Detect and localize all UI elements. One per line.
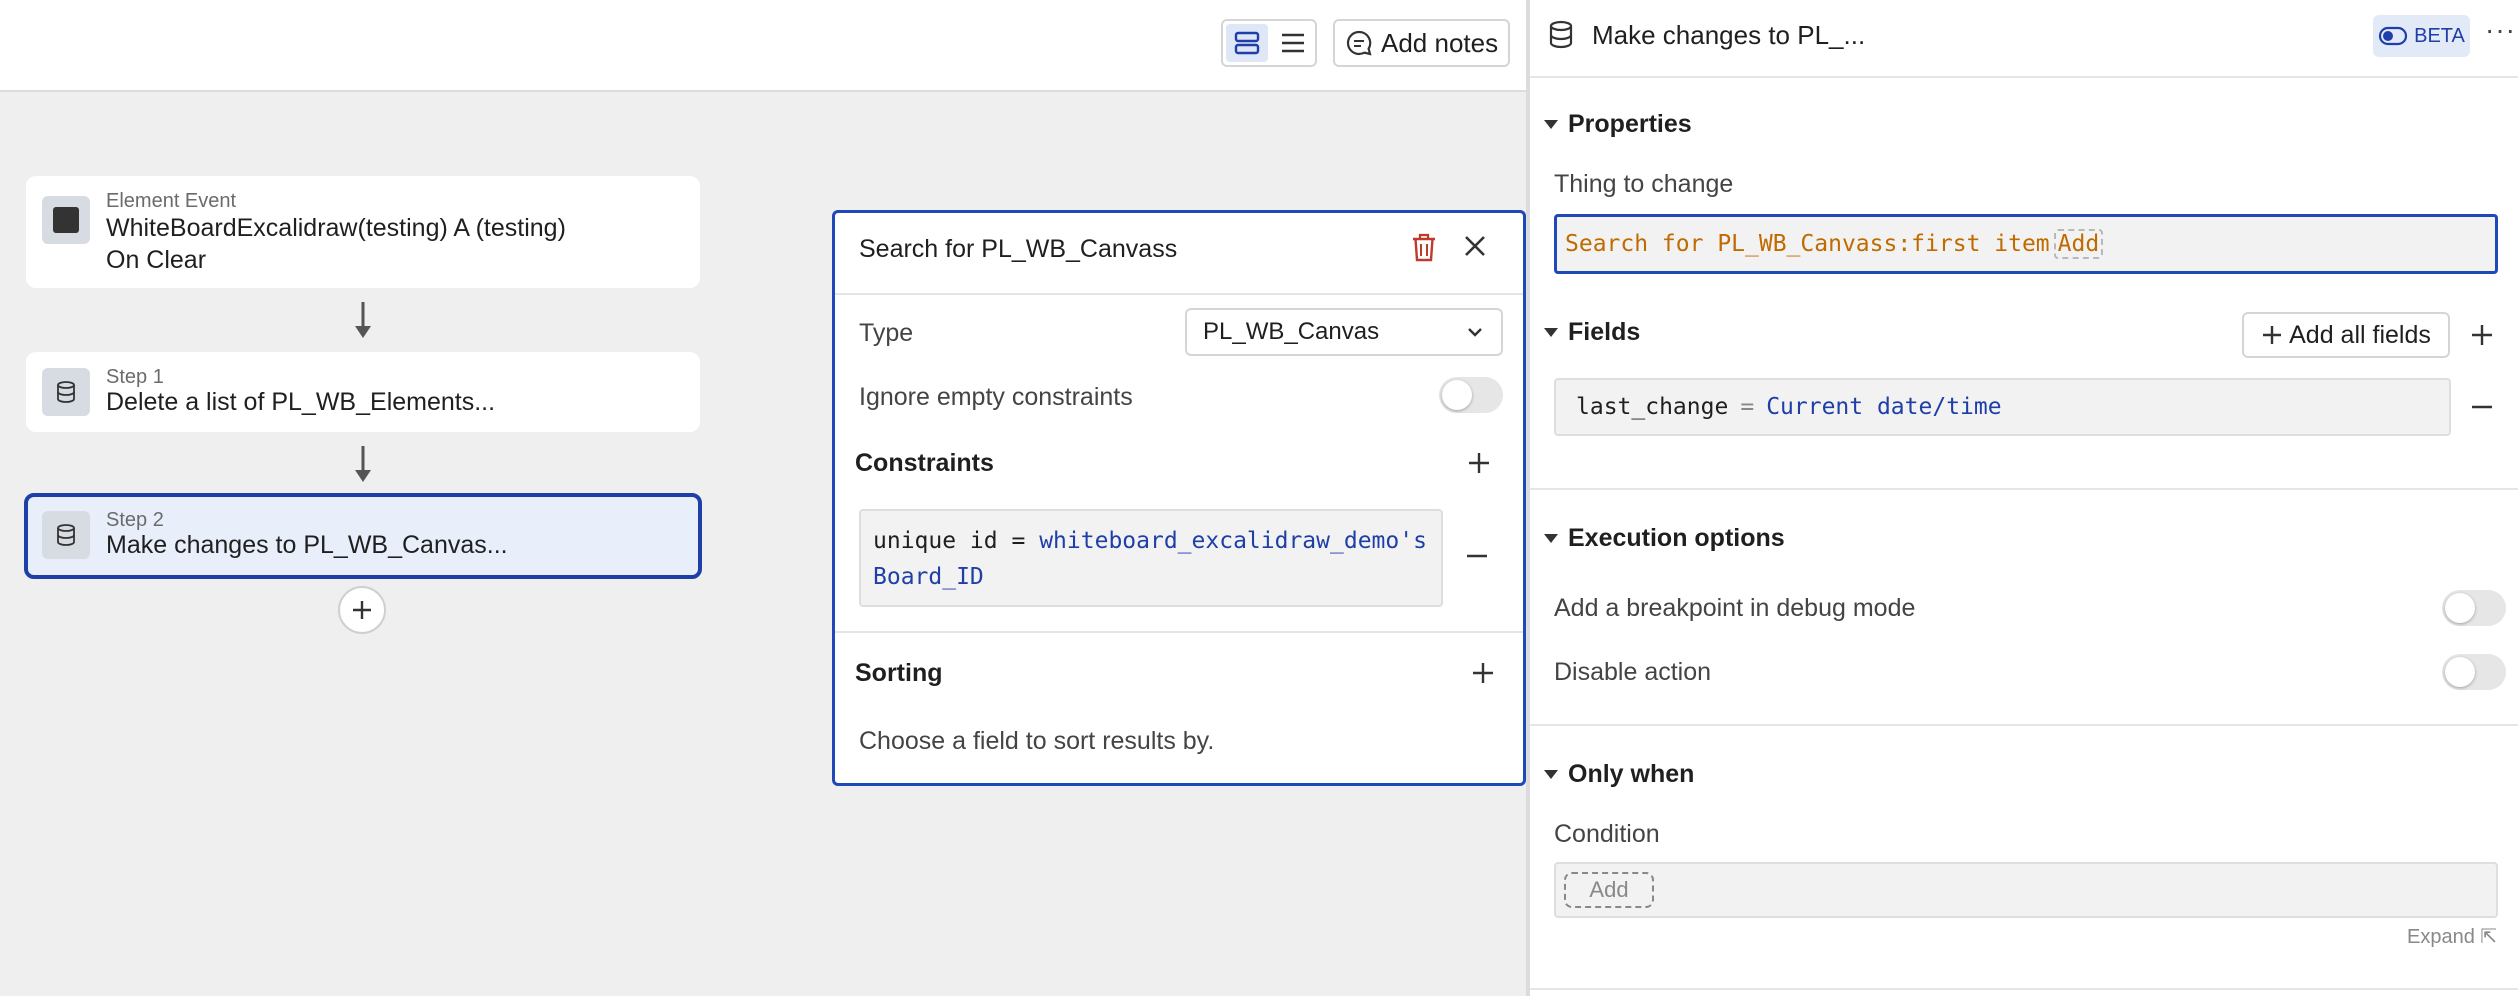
- ignore-empty-label: Ignore empty constraints: [859, 383, 1133, 411]
- condition-input[interactable]: Add: [1554, 862, 2498, 918]
- thing-to-change-value: Search for PL_WB_Canvass:first item: [1565, 231, 2050, 257]
- constraint-operator: =: [1011, 528, 1026, 554]
- execution-section-toggle[interactable]: Execution options: [1544, 524, 1785, 553]
- type-select[interactable]: PL_WB_Canvas: [1185, 308, 1503, 356]
- constraint-field: unique id: [873, 528, 998, 554]
- beta-toggle[interactable]: BETA: [2373, 15, 2470, 57]
- beta-label: BETA: [2414, 24, 2465, 47]
- add-constraint-icon[interactable]: [1467, 451, 1491, 475]
- type-select-value: PL_WB_Canvas: [1203, 318, 1380, 345]
- chevron-down-icon: [1468, 328, 1482, 337]
- element-event-icon: [42, 196, 90, 244]
- constraint-value-line1: whiteboard_excalidraw_demo's: [1039, 528, 1427, 554]
- disable-action-toggle[interactable]: [2442, 654, 2506, 690]
- search-popup-title: Search for PL_WB_Canvass: [859, 235, 1178, 263]
- add-step-button[interactable]: [338, 586, 386, 634]
- add-notes-label: Add notes: [1381, 27, 1499, 58]
- database-icon: [42, 368, 90, 416]
- step-2-label: Make changes to PL_WB_Canvas...: [106, 531, 508, 559]
- connector-arrow: [355, 302, 371, 338]
- execution-heading: Execution options: [1568, 524, 1785, 552]
- panel-header: Make changes to PL_... BETA ···: [1530, 0, 2518, 78]
- properties-section-toggle[interactable]: Properties: [1544, 110, 1692, 139]
- step-1-card[interactable]: Step 1 Delete a list of PL_WB_Elements..…: [26, 352, 700, 432]
- only-when-section-toggle[interactable]: Only when: [1544, 760, 1694, 789]
- caret-down-icon: [1544, 534, 1558, 543]
- sorting-hint: Choose a field to sort results by.: [859, 727, 1215, 755]
- field-value: Current date/time: [1766, 394, 2002, 420]
- step-2-card[interactable]: Step 2 Make changes to PL_WB_Canvas...: [24, 493, 702, 579]
- ignore-empty-toggle[interactable]: [1439, 377, 1503, 413]
- breakpoint-toggle[interactable]: [2442, 590, 2506, 626]
- field-operator: =: [1740, 394, 1755, 420]
- panel-title: Make changes to PL_...: [1592, 20, 1866, 50]
- view-toggle: [1221, 19, 1317, 67]
- list-view-button[interactable]: [1272, 24, 1314, 62]
- divider: [835, 631, 1523, 633]
- field-assignment-row[interactable]: last_change = Current date/time: [1554, 378, 2451, 436]
- card-view-button[interactable]: [1226, 24, 1268, 62]
- constraint-value-line2: Board_ID: [873, 564, 984, 590]
- event-card-title: WhiteBoardExcalidraw(testing) A (testing…: [106, 214, 566, 242]
- event-card-trigger: On Clear: [106, 246, 207, 274]
- canvas-toolbar: Add notes: [0, 0, 1526, 92]
- delete-icon[interactable]: [1411, 233, 1437, 263]
- breakpoint-label: Add a breakpoint in debug mode: [1554, 594, 1916, 622]
- remove-constraint-icon[interactable]: [1465, 553, 1489, 559]
- close-icon[interactable]: [1462, 233, 1488, 259]
- only-when-heading: Only when: [1568, 760, 1695, 788]
- event-card-type: Element Event: [106, 190, 237, 212]
- thing-to-change-label: Thing to change: [1554, 170, 1734, 198]
- more-options-button[interactable]: ···: [2485, 14, 2516, 46]
- database-icon: [42, 511, 90, 559]
- comment-icon: [1346, 30, 1372, 56]
- fields-section-toggle[interactable]: Fields: [1544, 318, 1640, 347]
- connector-arrow: [355, 446, 371, 482]
- search-popup: Search for PL_WB_Canvass Type PL_WB_Canv…: [832, 210, 1526, 786]
- constraints-heading: Constraints: [855, 449, 994, 477]
- field-name: last_change: [1576, 394, 1729, 420]
- thing-to-change-input[interactable]: Search for PL_WB_Canvass:first item Add: [1554, 214, 2498, 274]
- add-notes-button[interactable]: Add notes: [1333, 19, 1510, 67]
- fields-heading: Fields: [1568, 318, 1641, 346]
- divider: [1530, 724, 2518, 726]
- card-view-icon: [1234, 31, 1260, 55]
- divider: [1530, 988, 2518, 990]
- step-1-label: Delete a list of PL_WB_Elements...: [106, 388, 496, 416]
- caret-down-icon: [1544, 120, 1558, 129]
- add-all-fields-button[interactable]: Add all fields: [2242, 312, 2450, 358]
- properties-panel: Make changes to PL_... BETA ··· Properti…: [1526, 0, 2518, 996]
- event-card[interactable]: Element Event WhiteBoardExcalidraw(testi…: [26, 176, 700, 288]
- condition-add-chip[interactable]: Add: [1564, 872, 1654, 908]
- expand-link[interactable]: Expand ⇱: [2407, 924, 2497, 949]
- caret-down-icon: [1544, 328, 1558, 337]
- condition-label: Condition: [1554, 820, 1660, 848]
- toggle-icon: [2379, 26, 2408, 46]
- properties-heading: Properties: [1568, 110, 1692, 138]
- disable-action-label: Disable action: [1554, 658, 1712, 686]
- list-view-icon: [1282, 33, 1304, 53]
- sorting-heading: Sorting: [855, 659, 943, 687]
- caret-down-icon: [1544, 770, 1558, 779]
- thing-add-chip[interactable]: Add: [2053, 229, 2104, 259]
- plus-icon: [2263, 326, 2282, 344]
- add-sort-icon[interactable]: [1471, 661, 1495, 685]
- database-icon: [1549, 20, 1573, 49]
- remove-field-icon[interactable]: [2470, 404, 2494, 410]
- constraint-expression[interactable]: unique id = whiteboard_excalidraw_demo's…: [859, 509, 1443, 607]
- type-label: Type: [859, 319, 914, 347]
- plus-icon: [353, 601, 371, 619]
- divider: [1530, 488, 2518, 490]
- workflow-canvas: Add notes Element Event WhiteBoardExcali…: [0, 0, 1526, 996]
- divider: [835, 293, 1523, 295]
- add-field-icon[interactable]: [2470, 323, 2494, 347]
- add-all-fields-label: Add all fields: [2289, 320, 2431, 349]
